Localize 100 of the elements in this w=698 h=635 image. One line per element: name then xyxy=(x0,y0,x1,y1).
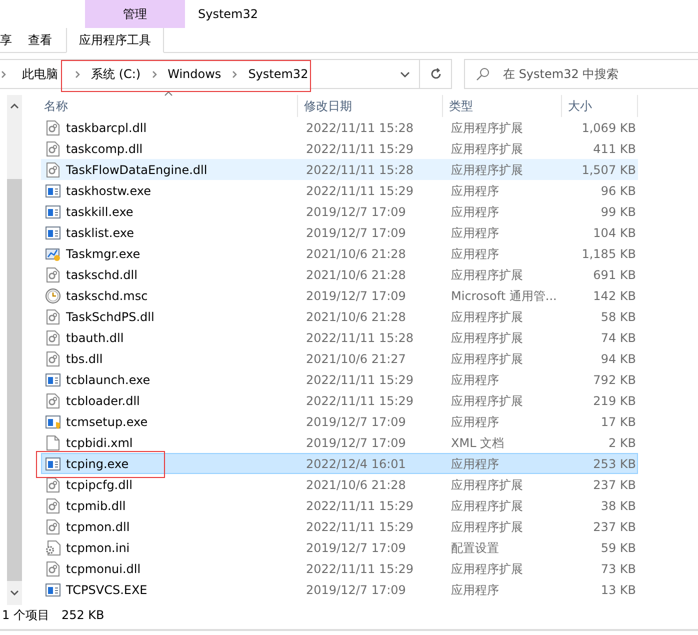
chevron-icon xyxy=(231,70,238,78)
file-name[interactable]: taskhostw.exe xyxy=(66,182,151,200)
monitor-chart-icon xyxy=(45,246,61,262)
file-name[interactable]: tcpipcfg.dll xyxy=(66,476,132,494)
date-cell-text: 2022/11/11 15:28 xyxy=(305,330,415,346)
dll-file-icon xyxy=(45,140,61,156)
size-cell-text: 58 KB xyxy=(600,308,637,326)
breadcrumb[interactable]: Windows xyxy=(168,65,222,83)
file-name[interactable]: taskschd.msc xyxy=(66,286,148,304)
type-cell-text: 应用程序扩展 xyxy=(450,266,524,284)
file-name[interactable]: tcbloader.dll xyxy=(66,392,140,410)
blank-file-icon xyxy=(45,434,61,450)
sort-caret-icon xyxy=(164,91,173,96)
file-name[interactable]: tcpmon.dll xyxy=(66,518,130,536)
app-window-icon xyxy=(45,224,61,240)
date-cell-text: 2019/12/7 17:09 xyxy=(305,582,407,598)
file-row[interactable]: TaskFlowDataEngine.dll 2022/11/11 15:28 应用程序扩展 1,507 KB xyxy=(41,159,638,180)
file-name[interactable]: tcpmib.dll xyxy=(66,496,126,514)
scroll-up-icon[interactable] xyxy=(10,103,19,109)
size-cell-text: 142 KB xyxy=(592,288,637,304)
item-count: 1 个项目 xyxy=(2,607,50,624)
file-name[interactable]: taskschd.dll xyxy=(66,266,138,284)
file-name[interactable]: tcpmon.ini xyxy=(66,538,130,556)
date-cell-text: 2019/12/7 17:09 xyxy=(305,224,407,242)
type-cell-text: 应用程序 xyxy=(450,372,500,388)
dll-file-icon xyxy=(45,162,61,178)
file-name[interactable]: Taskmgr.exe xyxy=(66,244,140,262)
size-cell-text: 237 KB xyxy=(592,476,637,494)
type-cell-text: 应用程序扩展 xyxy=(450,560,524,578)
type-cell-text: 应用程序 xyxy=(450,224,500,242)
dll-file-icon xyxy=(45,476,61,492)
file-name[interactable]: taskbarcpl.dll xyxy=(66,118,147,136)
size-cell-text: 411 KB xyxy=(592,140,637,158)
ribbon-tab[interactable]: 应用程序工具 xyxy=(66,28,164,53)
date-cell-text: 2021/10/6 21:27 xyxy=(305,350,407,368)
type-cell-text: 应用程序扩展 xyxy=(450,392,524,410)
dll-file-icon xyxy=(45,392,61,408)
ribbon-tab[interactable]: 查看 xyxy=(28,28,52,53)
size-cell-text: 74 KB xyxy=(600,330,637,346)
column-header[interactable]: 名称 xyxy=(41,95,298,117)
date-cell-text: 2021/10/6 21:28 xyxy=(305,246,407,262)
type-cell-text: 应用程序扩展 xyxy=(450,162,524,178)
file-name[interactable]: tcpmonui.dll xyxy=(66,560,141,578)
breadcrumb[interactable]: 系统 (C:) xyxy=(91,65,141,83)
file-name[interactable]: tcpbidi.xml xyxy=(66,434,133,452)
type-cell-text: 应用程序 xyxy=(450,182,500,200)
search-field[interactable]: 在 System32 中搜索 xyxy=(464,59,698,89)
column-header[interactable]: 大小 xyxy=(562,95,638,117)
column-header[interactable]: 类型 xyxy=(443,95,562,117)
ribbon-tab[interactable]: 享 xyxy=(0,28,12,53)
dll-file-icon xyxy=(45,498,61,514)
size-cell-text: 59 KB xyxy=(600,540,637,556)
file-name[interactable]: tcmsetup.exe xyxy=(66,412,148,430)
file-name[interactable]: tbs.dll xyxy=(66,350,103,368)
type-cell-text: 应用程序 xyxy=(450,582,500,598)
type-cell-text: 应用程序扩展 xyxy=(450,476,524,494)
size-cell-text: 691 KB xyxy=(592,266,637,284)
app-window-icon xyxy=(45,456,61,472)
size-cell-text: 104 KB xyxy=(592,224,637,242)
file-name[interactable]: TaskFlowDataEngine.dll xyxy=(66,160,208,178)
context-tab[interactable]: 管理 xyxy=(85,0,185,28)
file-row[interactable]: tcping.exe 2022/12/4 16:01 应用程序 253 KB xyxy=(41,453,638,474)
file-name[interactable]: tbauth.dll xyxy=(66,328,124,346)
scrollbar-thumb[interactable] xyxy=(7,179,22,581)
window-title: System32 xyxy=(198,6,258,23)
chevron-icon xyxy=(150,70,158,78)
size-cell-text: 2 KB xyxy=(607,434,637,452)
dll-file-icon xyxy=(45,308,61,324)
file-name[interactable]: TCPSVCS.EXE xyxy=(66,580,148,598)
date-cell-text: 2022/12/4 16:01 xyxy=(305,456,407,472)
gear-file-icon xyxy=(45,540,61,556)
date-cell-text: 2022/11/11 15:29 xyxy=(305,518,415,536)
file-name[interactable]: tcping.exe xyxy=(66,454,129,472)
breadcrumb[interactable]: System32 xyxy=(248,65,308,83)
type-cell-text: 应用程序扩展 xyxy=(450,308,524,326)
type-cell-text: 应用程序扩展 xyxy=(450,120,524,136)
size-cell-text: 17 KB xyxy=(600,414,637,430)
date-cell-text: 2019/12/7 17:09 xyxy=(305,434,407,452)
file-name[interactable]: TaskSchdPS.dll xyxy=(66,308,154,326)
file-name[interactable]: taskcomp.dll xyxy=(66,140,143,158)
scroll-down-icon[interactable] xyxy=(10,590,19,596)
date-cell-text: 2019/12/7 17:09 xyxy=(305,540,407,556)
refresh-icon[interactable] xyxy=(428,67,442,81)
address-bar[interactable]: 此电脑 系统 (C:) Windows System32 xyxy=(0,59,452,89)
dropdown-icon[interactable] xyxy=(400,70,410,78)
date-cell-text: 2021/10/6 21:28 xyxy=(305,476,407,494)
size-cell-text: 73 KB xyxy=(600,560,637,578)
selection-size: 252 KB xyxy=(61,607,104,624)
size-cell-text: 96 KB xyxy=(600,182,637,200)
type-cell-text: 应用程序 xyxy=(450,204,500,220)
type-cell-text: 应用程序扩展 xyxy=(450,498,524,514)
breadcrumb[interactable]: 此电脑 xyxy=(22,65,58,83)
column-header[interactable]: 修改日期 xyxy=(298,95,443,117)
file-name[interactable]: tcblaunch.exe xyxy=(66,370,150,388)
size-cell-text: 13 KB xyxy=(600,582,637,598)
file-name[interactable]: tasklist.exe xyxy=(66,224,134,242)
date-cell-text: 2019/12/7 17:09 xyxy=(305,288,407,304)
dll-file-icon xyxy=(45,518,61,534)
file-name[interactable]: taskkill.exe xyxy=(66,202,134,220)
date-cell-text: 2022/11/11 15:29 xyxy=(305,182,415,200)
